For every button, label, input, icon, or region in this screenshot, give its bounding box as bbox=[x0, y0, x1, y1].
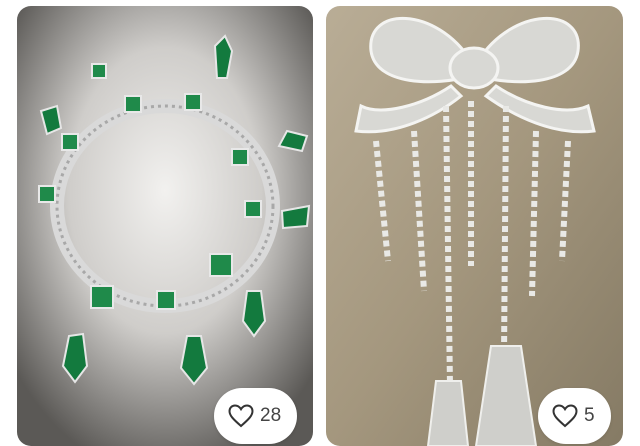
like-button[interactable]: 5 bbox=[538, 388, 611, 444]
post-card-brooch[interactable]: 5 bbox=[326, 6, 623, 446]
like-button[interactable]: 28 bbox=[214, 388, 298, 444]
diamond-bow-brooch-photo[interactable] bbox=[326, 6, 623, 446]
post-card-necklace[interactable]: 28 bbox=[17, 6, 313, 446]
like-count: 28 bbox=[260, 405, 282, 426]
heart-outline-icon bbox=[552, 404, 578, 428]
heart-outline-icon bbox=[228, 404, 254, 428]
like-count: 5 bbox=[584, 405, 595, 426]
emerald-necklace-photo[interactable] bbox=[17, 6, 313, 446]
